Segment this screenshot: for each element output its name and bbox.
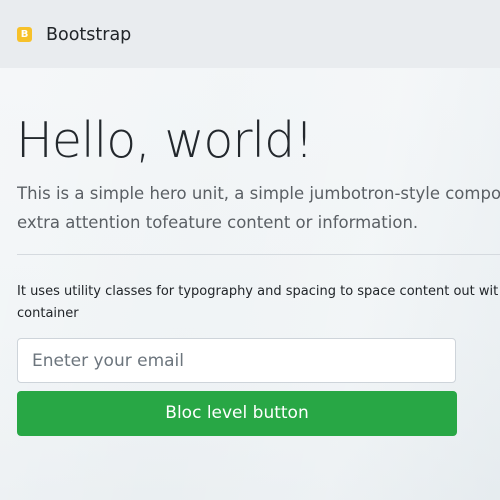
divider — [17, 254, 500, 255]
hero-lead-line-1: This is a simple hero unit, a simple jum… — [17, 184, 500, 203]
hero-title: Hello, world! — [16, 112, 314, 169]
hero-body-line-1: It uses utility classes for typography a… — [17, 284, 499, 299]
hero-lead: This is a simple hero unit, a simple jum… — [17, 179, 500, 237]
email-input[interactable] — [17, 338, 456, 383]
hero-lead-line-2: extra attention tofeature content or inf… — [17, 213, 419, 232]
navbar: B Bootstrap — [0, 0, 500, 68]
block-level-button[interactable]: Bloc level button — [17, 391, 457, 436]
hero-body-text: It uses utility classes for typography a… — [17, 281, 500, 325]
navbar-brand[interactable]: Bootstrap — [46, 23, 131, 47]
bootstrap-icon[interactable]: B — [17, 27, 32, 42]
hero-body-line-2: container — [17, 306, 79, 321]
